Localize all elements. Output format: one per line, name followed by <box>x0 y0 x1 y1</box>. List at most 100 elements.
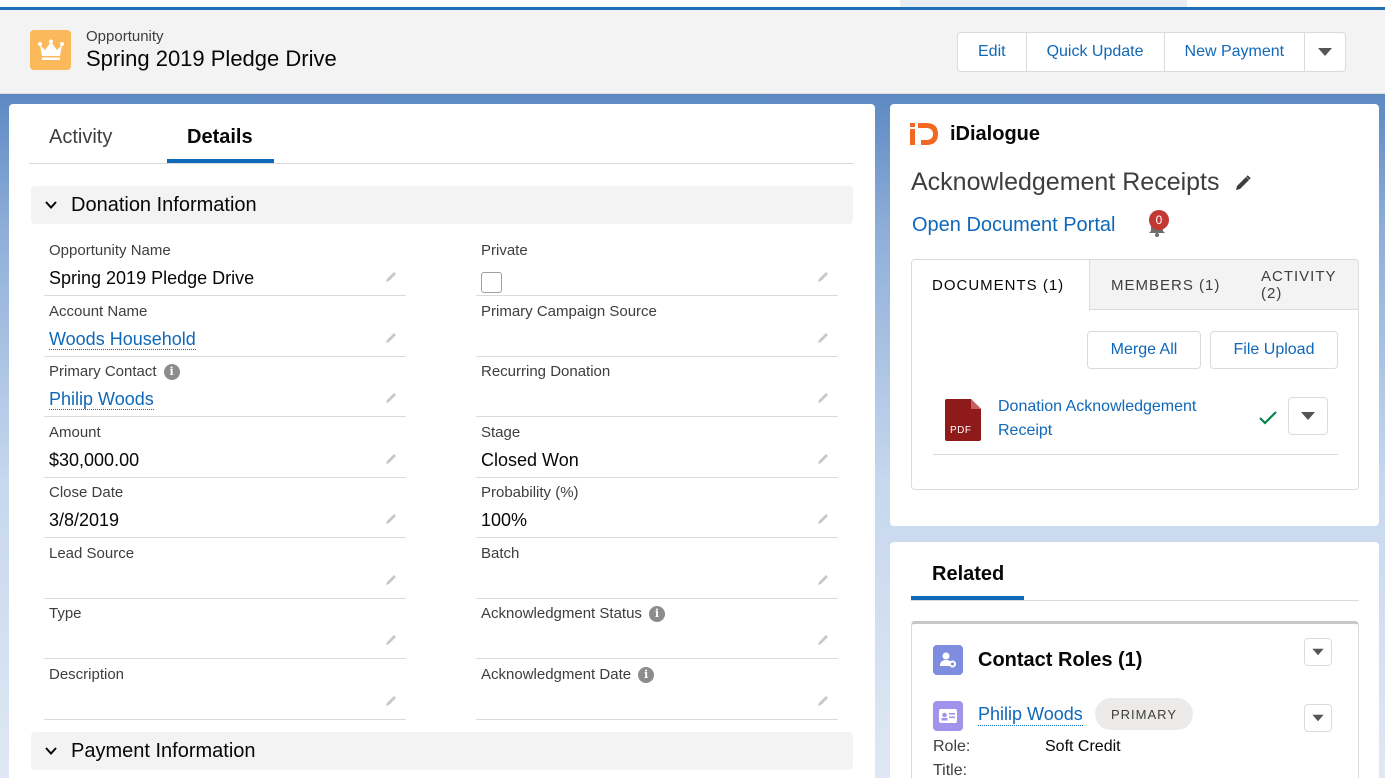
field-private: Private <box>476 236 838 296</box>
primary-badge: PRIMARY <box>1095 698 1193 730</box>
header-button-group: Edit Quick Update New Payment <box>957 32 1347 72</box>
check-icon <box>1259 411 1277 425</box>
tab-related[interactable]: Related <box>932 563 1004 586</box>
section-payment-information[interactable]: Payment Information <box>31 732 853 770</box>
contact-row-dropdown[interactable] <box>1304 704 1332 732</box>
field-label: Acknowledgment Date <box>481 666 632 683</box>
file-upload-button[interactable]: File Upload <box>1210 331 1338 369</box>
new-payment-button[interactable]: New Payment <box>1165 33 1306 71</box>
chevron-down-icon <box>45 747 57 755</box>
primary-contact-link[interactable]: Philip Woods <box>49 389 154 410</box>
field-label: Type <box>49 605 82 622</box>
info-icon[interactable]: i <box>638 666 655 683</box>
pencil-icon[interactable] <box>384 452 398 466</box>
pencil-icon[interactable] <box>384 512 398 526</box>
document-name-line2: Receipt <box>998 422 1053 439</box>
field-acknowledgment-status: Acknowledgment Status i <box>476 599 838 659</box>
pencil-icon[interactable] <box>384 694 398 708</box>
tab-details[interactable]: Details <box>187 126 253 149</box>
info-icon[interactable]: i <box>648 605 665 622</box>
pencil-icon[interactable] <box>384 391 398 405</box>
field-label-row: Acknowledgment Date i <box>481 666 655 683</box>
field-value: Closed Won <box>481 450 579 470</box>
title-label: Title: <box>933 762 968 778</box>
active-tab-indicator <box>167 159 274 163</box>
pencil-icon[interactable] <box>816 452 830 466</box>
field-value: 3/8/2019 <box>49 510 120 530</box>
idialogue-logo-icon <box>910 123 938 145</box>
field-value: Spring 2019 Pledge Drive <box>49 268 255 288</box>
pencil-icon[interactable] <box>816 633 830 647</box>
tab-members[interactable]: MEMBERS (1) <box>1111 260 1220 310</box>
field-label-row: Acknowledgment Status i <box>481 605 665 622</box>
pencil-icon[interactable] <box>816 331 830 345</box>
contact-roles-card: Contact Roles (1) Philip Woods PRIMARY R… <box>911 621 1359 778</box>
document-name-line1: Donation Acknowledgement <box>998 398 1197 415</box>
field-amount: Amount $30,000.00 <box>44 418 406 478</box>
field-label: Amount <box>49 424 101 441</box>
more-actions-button[interactable] <box>1305 33 1345 71</box>
contact-card-icon <box>933 701 963 731</box>
pencil-icon[interactable] <box>816 694 830 708</box>
pencil-icon[interactable] <box>384 633 398 647</box>
info-icon[interactable]: i <box>163 363 180 380</box>
pencil-icon[interactable] <box>816 391 830 405</box>
field-label: Stage <box>481 424 521 441</box>
field-label-row: Primary Contact i <box>49 363 180 380</box>
field-primary-campaign-source: Primary Campaign Source <box>476 297 838 357</box>
pencil-icon[interactable] <box>816 573 830 587</box>
caret-down-icon <box>1312 648 1324 656</box>
contact-name-link[interactable]: Philip Woods <box>978 703 1083 726</box>
tab-documents[interactable]: DOCUMENTS (1) <box>912 260 1090 311</box>
active-tab-highlight <box>900 0 1187 7</box>
details-panel: Activity Details Donation Information Op… <box>9 104 875 778</box>
pencil-icon[interactable] <box>816 512 830 526</box>
document-row: PDF Donation Acknowledgement Receipt <box>933 395 1338 455</box>
field-close-date: Close Date 3/8/2019 <box>44 478 406 538</box>
pencil-edit-icon[interactable] <box>1234 174 1252 192</box>
field-probability: Probability (%) 100% <box>476 478 838 538</box>
tab-activity[interactable]: ACTIVITY (2) <box>1261 260 1358 310</box>
role-label: Role: <box>933 738 971 755</box>
idialogue-brand: iDialogue <box>910 121 1040 147</box>
private-checkbox[interactable] <box>481 272 502 293</box>
account-name-link[interactable]: Woods Household <box>49 329 196 350</box>
page-title: Spring 2019 Pledge Drive <box>86 46 337 71</box>
document-set-title: Acknowledgement Receipts <box>911 168 1252 197</box>
field-opportunity-name: Opportunity Name Spring 2019 Pledge Driv… <box>44 236 406 296</box>
section-title: Payment Information <box>71 739 256 762</box>
edit-button[interactable]: Edit <box>958 33 1027 71</box>
open-document-portal-link[interactable]: Open Document Portal <box>912 214 1115 237</box>
object-type-label: Opportunity <box>86 28 164 45</box>
role-value: Soft Credit <box>1045 738 1121 755</box>
pencil-icon[interactable] <box>384 573 398 587</box>
related-card: Related Contact Roles (1) Philip Woods P… <box>890 542 1379 778</box>
field-stage: Stage Closed Won <box>476 418 838 478</box>
section-donation-information[interactable]: Donation Information <box>31 186 853 224</box>
quick-update-button[interactable]: Quick Update <box>1027 33 1165 71</box>
chevron-down-icon <box>45 201 57 209</box>
field-recurring-donation: Recurring Donation <box>476 357 838 417</box>
document-tab-row: DOCUMENTS (1) MEMBERS (1) ACTIVITY (2) <box>912 260 1358 311</box>
field-account-name: Account Name Woods Household <box>44 297 406 357</box>
field-label: Lead Source <box>49 545 135 562</box>
field-batch: Batch <box>476 539 838 599</box>
field-label: Primary Campaign Source <box>481 303 657 320</box>
tab-divider <box>911 600 1359 601</box>
merge-all-button[interactable]: Merge All <box>1087 331 1201 369</box>
document-set-title-text: Acknowledgement Receipts <box>911 168 1220 196</box>
document-link[interactable]: Donation Acknowledgement Receipt <box>998 395 1196 443</box>
field-label: Probability (%) <box>481 484 579 501</box>
brand-name: iDialogue <box>950 122 1041 145</box>
file-type-label: PDF <box>950 425 972 436</box>
pencil-icon[interactable] <box>384 270 398 284</box>
pencil-icon[interactable] <box>384 331 398 345</box>
pencil-icon[interactable] <box>816 270 830 284</box>
document-actions-dropdown[interactable] <box>1288 397 1328 435</box>
tab-activity[interactable]: Activity <box>49 126 112 149</box>
contact-roles-title[interactable]: Contact Roles (1) <box>978 649 1142 672</box>
field-label: Opportunity Name <box>49 242 171 259</box>
field-lead-source: Lead Source <box>44 539 406 599</box>
contact-roles-dropdown[interactable] <box>1304 638 1332 666</box>
field-description: Description <box>44 660 406 720</box>
